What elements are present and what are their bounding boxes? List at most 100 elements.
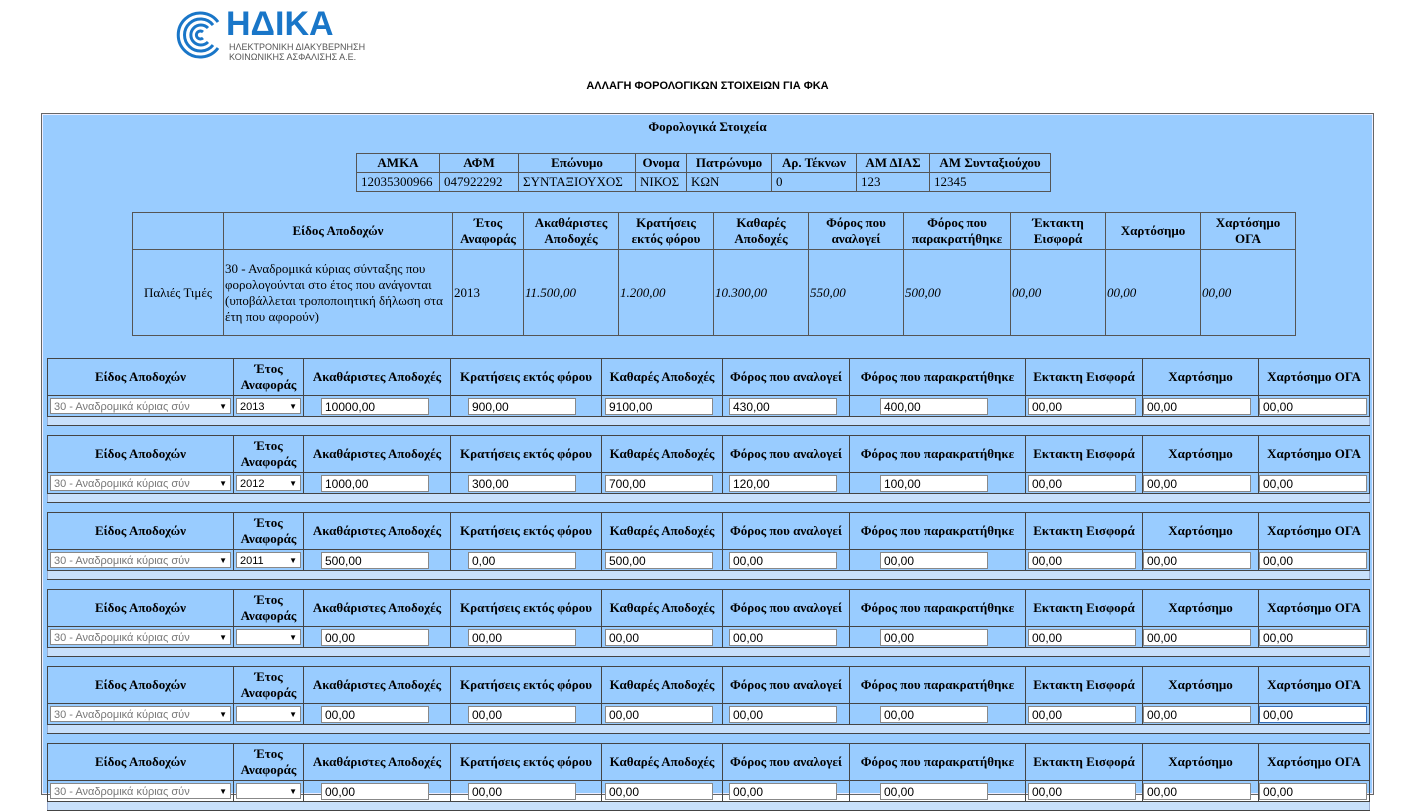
form-header: Καθαρές Αποδοχές [601, 589, 723, 627]
tax-due-input[interactable]: 00,00 [729, 705, 837, 723]
row-separator [47, 724, 1370, 734]
chevron-down-icon: ▼ [219, 787, 227, 796]
year-select[interactable]: ▼ [236, 706, 301, 722]
form-header: Εκτακτη Εισφορά [1025, 589, 1143, 627]
stamp-input[interactable]: 00,00 [1143, 628, 1251, 646]
form-header: Φόρος που παρακρατήθηκε [849, 589, 1026, 627]
gross-input[interactable]: 500,00 [321, 551, 429, 569]
chevron-down-icon: ▼ [289, 479, 297, 488]
gross-input[interactable]: 00,00 [321, 705, 429, 723]
extra-input[interactable]: 00,00 [1028, 551, 1136, 569]
gross-input[interactable]: 10000,00 [321, 397, 429, 415]
income-kind-value: 30 - Αναδρομικά κύριας σύν [54, 401, 190, 413]
chevron-down-icon: ▼ [219, 402, 227, 411]
stamp-oga-input[interactable]: 00,00 [1259, 397, 1367, 415]
form-header: Φόρος που παρακρατήθηκε [849, 666, 1026, 704]
pensioner-id-table: ΑΜΚΑ ΑΦΜ Επώνυμο Ονομα Πατρώνυμο Αρ. Τέκ… [356, 153, 1051, 192]
extra-input[interactable]: 00,00 [1028, 705, 1136, 723]
year-select[interactable]: 2012 ▼ [236, 475, 301, 491]
stamp-oga-input[interactable]: 00,00 [1259, 628, 1367, 646]
tax-withheld-input[interactable]: 00,00 [880, 628, 988, 646]
net-input[interactable]: 00,00 [605, 628, 713, 646]
year-select[interactable]: ▼ [236, 783, 301, 799]
am-dias-value: 123 [856, 172, 930, 192]
year-select[interactable]: 2011 ▼ [236, 552, 301, 568]
gross-input[interactable]: 1000,00 [321, 474, 429, 492]
income-kind-value: 30 - Αναδρομικά κύριας σύν [54, 478, 190, 490]
tax-withheld-input[interactable]: 100,00 [880, 474, 988, 492]
deductions-input[interactable]: 300,00 [468, 474, 576, 492]
stamp-oga-input[interactable]: 00,00 [1259, 705, 1367, 723]
old-header-year: Έτος Αναφοράς [452, 212, 524, 250]
tax-due-input[interactable]: 00,00 [729, 551, 837, 569]
extra-input[interactable]: 00,00 [1028, 397, 1136, 415]
header-am-dias: ΑΜ ΔΙΑΣ [856, 153, 930, 173]
row-separator [47, 647, 1370, 657]
tax-due-input[interactable]: 430,00 [729, 397, 837, 415]
old-values-table: Είδος Αποδοχών Έτος Αναφοράς Ακαθάριστες… [132, 212, 1296, 336]
year-value: 2011 [240, 555, 264, 567]
income-kind-select[interactable]: 30 - Αναδρομικά κύριας σύν ▼ [50, 629, 231, 645]
chevron-down-icon: ▼ [219, 556, 227, 565]
form-header: Εκτακτη Εισφορά [1025, 512, 1143, 550]
header-am-pensioner: ΑΜ Συνταξιούχου [929, 153, 1051, 173]
old-deductions-value: 1.200,00 [618, 249, 714, 336]
old-stamp-value: 00,00 [1105, 249, 1201, 336]
net-input[interactable]: 00,00 [605, 705, 713, 723]
income-kind-select[interactable]: 30 - Αναδρομικά κύριας σύν ▼ [50, 552, 231, 568]
deductions-input[interactable]: 0,00 [468, 551, 576, 569]
logo-swirl-icon [176, 11, 220, 59]
stamp-input[interactable]: 00,00 [1143, 782, 1251, 800]
chevron-down-icon: ▼ [289, 710, 297, 719]
extra-input[interactable]: 00,00 [1028, 628, 1136, 646]
header-fathers-name: Πατρώνυμο [686, 153, 772, 173]
stamp-oga-input[interactable]: 00,00 [1259, 474, 1367, 492]
tax-withheld-input[interactable]: 00,00 [880, 782, 988, 800]
stamp-input[interactable]: 00,00 [1143, 705, 1251, 723]
form-header: Φόρος που αναλογεί [722, 666, 850, 704]
form-header: Είδος Αποδοχών [47, 589, 234, 627]
deductions-input[interactable]: 00,00 [468, 628, 576, 646]
income-kind-select[interactable]: 30 - Αναδρομικά κύριας σύν ▼ [50, 475, 231, 491]
form-header: Ακαθάριστες Αποδοχές [303, 512, 451, 550]
income-kind-select[interactable]: 30 - Αναδρομικά κύριας σύν ▼ [50, 706, 231, 722]
form-header: Έτος Αναφοράς [233, 512, 304, 550]
row-separator [47, 801, 1370, 811]
tax-withheld-input[interactable]: 00,00 [880, 551, 988, 569]
old-header-stamp: Χαρτόσημο [1105, 212, 1201, 250]
income-kind-select[interactable]: 30 - Αναδρομικά κύριας σύν ▼ [50, 783, 231, 799]
net-input[interactable]: 00,00 [605, 782, 713, 800]
tax-due-input[interactable]: 00,00 [729, 628, 837, 646]
header-afm: ΑΦΜ [439, 153, 519, 173]
tax-withheld-input[interactable]: 400,00 [880, 397, 988, 415]
deductions-input[interactable]: 00,00 [468, 705, 576, 723]
stamp-input[interactable]: 00,00 [1143, 397, 1251, 415]
form-header: Ακαθάριστες Αποδοχές [303, 589, 451, 627]
tax-due-input[interactable]: 00,00 [729, 782, 837, 800]
form-header: Έτος Αναφοράς [233, 743, 304, 781]
net-input[interactable]: 9100,00 [605, 397, 713, 415]
year-select[interactable]: ▼ [236, 629, 301, 645]
stamp-oga-input[interactable]: 00,00 [1259, 551, 1367, 569]
gross-input[interactable]: 00,00 [321, 628, 429, 646]
net-input[interactable]: 700,00 [605, 474, 713, 492]
extra-input[interactable]: 00,00 [1028, 782, 1136, 800]
old-year-value: 2013 [452, 249, 524, 336]
net-input[interactable]: 500,00 [605, 551, 713, 569]
tax-due-input[interactable]: 120,00 [729, 474, 837, 492]
stamp-input[interactable]: 00,00 [1143, 551, 1251, 569]
deductions-input[interactable]: 00,00 [468, 782, 576, 800]
form-header: Χαρτόσημο [1142, 435, 1259, 473]
form-header: Εκτακτη Εισφορά [1025, 743, 1143, 781]
income-kind-select[interactable]: 30 - Αναδρομικά κύριας σύν ▼ [50, 398, 231, 414]
year-select[interactable]: 2013 ▼ [236, 398, 301, 414]
stamp-input[interactable]: 00,00 [1143, 474, 1251, 492]
gross-input[interactable]: 00,00 [321, 782, 429, 800]
tax-withheld-input[interactable]: 00,00 [880, 705, 988, 723]
stamp-oga-input[interactable]: 00,00 [1259, 782, 1367, 800]
extra-input[interactable]: 00,00 [1028, 474, 1136, 492]
old-tax-due-value: 550,00 [808, 249, 904, 336]
entry-block: Είδος Αποδοχών Έτος Αναφοράς Ακαθάριστες Α… [47, 512, 1370, 580]
deductions-input[interactable]: 900,00 [468, 397, 576, 415]
form-header: Ακαθάριστες Αποδοχές [303, 435, 451, 473]
